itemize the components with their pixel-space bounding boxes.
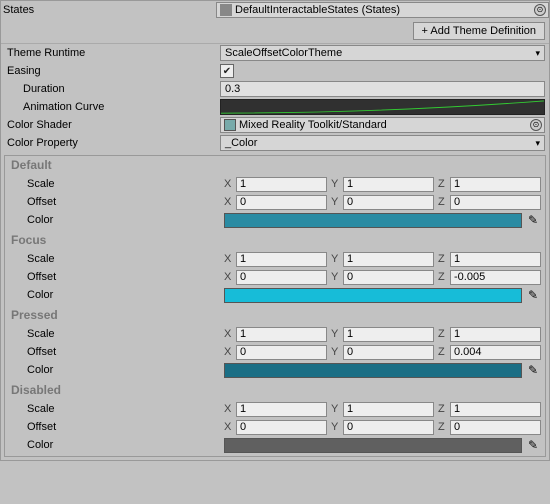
axis-y-label: Y <box>331 271 343 283</box>
animation-curve-field[interactable] <box>220 99 545 115</box>
scale-label: Scale <box>9 253 224 265</box>
color-label: Color <box>9 214 224 226</box>
offset-z-input[interactable]: -0.005 <box>450 270 541 285</box>
axis-x-label: X <box>224 196 236 208</box>
axis-z-label: Z <box>438 178 450 190</box>
duration-input[interactable]: 0.3 <box>220 81 545 97</box>
easing-label: Easing <box>5 65 220 77</box>
offset-label: Offset <box>9 271 224 283</box>
axis-x-label: X <box>224 178 236 190</box>
add-theme-definition-label: + Add Theme Definition <box>422 25 536 37</box>
easing-checkbox[interactable]: ✔ <box>220 64 234 78</box>
offset-x-input[interactable]: 0 <box>236 195 327 210</box>
asset-icon <box>220 4 232 16</box>
offset-y-input[interactable]: 0 <box>343 195 434 210</box>
scale-y-input[interactable]: 1 <box>343 252 434 267</box>
axis-y-label: Y <box>331 328 343 340</box>
scale-label: Scale <box>9 178 224 190</box>
state-header-pressed: Pressed <box>5 306 545 325</box>
offset-z-input[interactable]: 0.004 <box>450 345 541 360</box>
axis-x-label: X <box>224 253 236 265</box>
color-swatch[interactable] <box>224 363 522 378</box>
color-swatch[interactable] <box>224 213 522 228</box>
duration-value: 0.3 <box>225 83 240 95</box>
color-swatch[interactable] <box>224 438 522 453</box>
object-picker-icon[interactable]: ⊙ <box>530 119 542 131</box>
scale-z-input[interactable]: 1 <box>450 402 541 417</box>
scale-x-input[interactable]: 1 <box>236 177 327 192</box>
states-object-field[interactable]: DefaultInteractableStates (States) ⊙ <box>216 2 549 18</box>
axis-z-label: Z <box>438 271 450 283</box>
scale-label: Scale <box>9 328 224 340</box>
offset-z-input[interactable]: 0 <box>450 195 541 210</box>
scale-y-input[interactable]: 1 <box>343 327 434 342</box>
add-theme-definition-button[interactable]: + Add Theme Definition <box>413 22 545 40</box>
axis-z-label: Z <box>438 328 450 340</box>
axis-y-label: Y <box>331 253 343 265</box>
color-shader-field[interactable]: Mixed Reality Toolkit/Standard ⊙ <box>220 117 545 133</box>
color-property-value: _Color <box>225 137 257 149</box>
offset-label: Offset <box>9 346 224 358</box>
offset-label: Offset <box>9 196 224 208</box>
axis-x-label: X <box>224 328 236 340</box>
color-shader-label: Color Shader <box>5 119 220 131</box>
eyedropper-icon[interactable]: ✎ <box>525 213 541 227</box>
animation-curve-label: Animation Curve <box>5 101 220 113</box>
offset-x-input[interactable]: 0 <box>236 270 327 285</box>
axis-x-label: X <box>224 403 236 415</box>
state-header-focus: Focus <box>5 231 545 250</box>
offset-z-input[interactable]: 0 <box>450 420 541 435</box>
axis-y-label: Y <box>331 178 343 190</box>
axis-z-label: Z <box>438 403 450 415</box>
scale-z-input[interactable]: 1 <box>450 252 541 267</box>
offset-x-input[interactable]: 0 <box>236 420 327 435</box>
scale-z-input[interactable]: 1 <box>450 327 541 342</box>
theme-runtime-label: Theme Runtime <box>5 47 220 59</box>
axis-y-label: Y <box>331 421 343 433</box>
offset-y-input[interactable]: 0 <box>343 270 434 285</box>
state-header-disabled: Disabled <box>5 381 545 400</box>
scale-x-input[interactable]: 1 <box>236 327 327 342</box>
eyedropper-icon[interactable]: ✎ <box>525 363 541 377</box>
eyedropper-icon[interactable]: ✎ <box>525 288 541 302</box>
axis-x-label: X <box>224 271 236 283</box>
axis-x-label: X <box>224 421 236 433</box>
theme-runtime-dropdown[interactable]: ScaleOffsetColorTheme ▾ <box>220 45 545 61</box>
offset-y-input[interactable]: 0 <box>343 345 434 360</box>
axis-z-label: Z <box>438 421 450 433</box>
object-picker-icon[interactable]: ⊙ <box>534 4 546 16</box>
color-label: Color <box>9 439 224 451</box>
axis-y-label: Y <box>331 346 343 358</box>
shader-icon <box>224 119 236 131</box>
axis-z-label: Z <box>438 253 450 265</box>
color-property-label: Color Property <box>5 137 220 149</box>
axis-z-label: Z <box>438 346 450 358</box>
color-label: Color <box>9 364 224 376</box>
scale-z-input[interactable]: 1 <box>450 177 541 192</box>
scale-label: Scale <box>9 403 224 415</box>
color-shader-value: Mixed Reality Toolkit/Standard <box>239 119 387 131</box>
scale-x-input[interactable]: 1 <box>236 252 327 267</box>
scale-x-input[interactable]: 1 <box>236 402 327 417</box>
axis-y-label: Y <box>331 403 343 415</box>
color-label: Color <box>9 289 224 301</box>
axis-z-label: Z <box>438 196 450 208</box>
theme-runtime-value: ScaleOffsetColorTheme <box>225 47 342 59</box>
state-header-default: Default <box>5 156 545 175</box>
scale-y-input[interactable]: 1 <box>343 177 434 192</box>
color-swatch[interactable] <box>224 288 522 303</box>
offset-label: Offset <box>9 421 224 433</box>
axis-x-label: X <box>224 346 236 358</box>
duration-label: Duration <box>5 83 220 95</box>
axis-y-label: Y <box>331 196 343 208</box>
dropdown-caret-icon: ▾ <box>535 138 540 149</box>
dropdown-caret-icon: ▾ <box>535 48 540 59</box>
offset-x-input[interactable]: 0 <box>236 345 327 360</box>
offset-y-input[interactable]: 0 <box>343 420 434 435</box>
states-value: DefaultInteractableStates (States) <box>235 4 400 16</box>
scale-y-input[interactable]: 1 <box>343 402 434 417</box>
eyedropper-icon[interactable]: ✎ <box>525 438 541 452</box>
states-label: States <box>1 4 216 16</box>
color-property-dropdown[interactable]: _Color ▾ <box>220 135 545 151</box>
